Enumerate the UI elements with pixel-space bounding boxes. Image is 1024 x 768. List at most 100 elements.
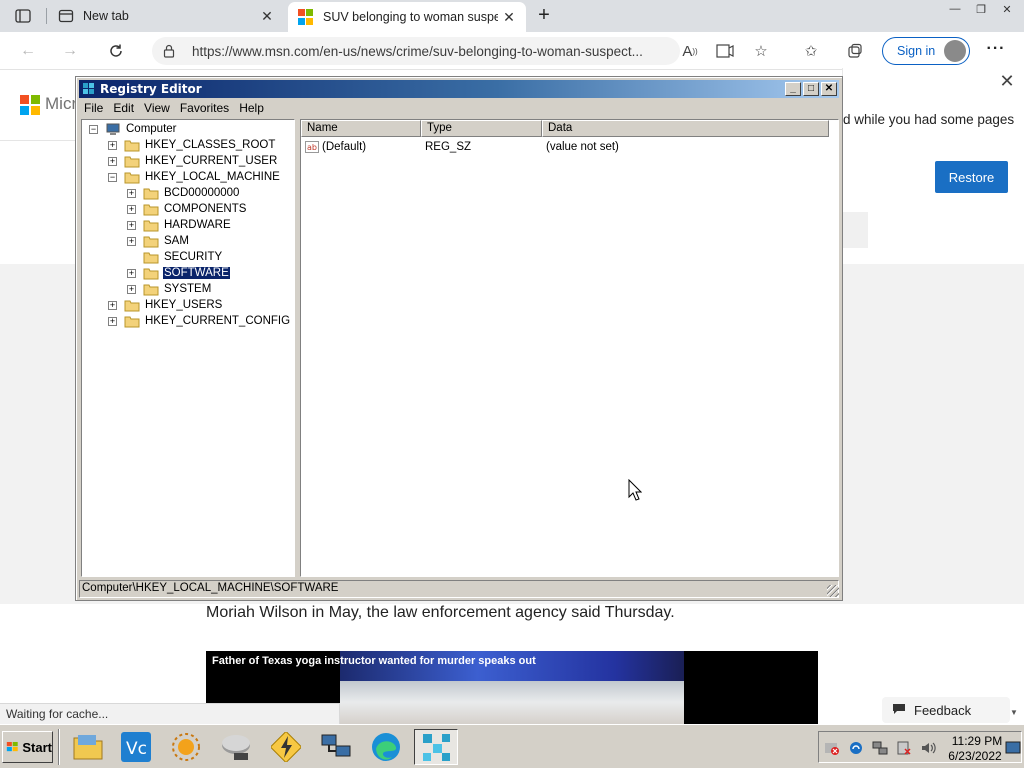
disconnected-tray-icon[interactable] bbox=[896, 740, 912, 756]
url-text: https://www.msn.com/en-us/news/crime/suv… bbox=[192, 43, 643, 59]
close-tab-icon[interactable]: ✕ bbox=[256, 5, 278, 27]
registry-values-pane[interactable]: Name Type Data ab (Default) REG_SZ (valu… bbox=[300, 119, 839, 577]
expand-icon[interactable]: + bbox=[108, 300, 117, 310]
tree-node-hkey-classes-root[interactable]: + HKEY_CLASSES_ROOT bbox=[108, 137, 276, 153]
sun-app-icon[interactable] bbox=[164, 729, 208, 765]
value-name: (Default) bbox=[322, 140, 367, 153]
scroll-down-icon[interactable]: ▼ bbox=[1010, 708, 1018, 717]
tab-actions-icon[interactable] bbox=[8, 6, 38, 26]
lightning-app-icon[interactable] bbox=[264, 729, 308, 765]
expand-icon[interactable]: + bbox=[127, 220, 136, 230]
sign-in-button[interactable]: Sign in bbox=[882, 37, 970, 65]
value-row[interactable]: ab (Default) REG_SZ (value not set) bbox=[301, 138, 792, 155]
menu-help[interactable]: Help bbox=[234, 101, 269, 115]
minimize-icon[interactable]: — bbox=[944, 1, 966, 17]
address-toolbar: ← → https://www.msn.com/en-us/news/crime… bbox=[0, 32, 1024, 70]
tab-new-tab[interactable]: New tab ✕ bbox=[48, 0, 284, 32]
tree-node-hkey-current-user[interactable]: + HKEY_CURRENT_USER bbox=[108, 153, 278, 169]
close-icon[interactable]: ✕ bbox=[821, 82, 837, 96]
collections-icon[interactable] bbox=[844, 41, 866, 61]
folder-icon bbox=[143, 268, 159, 279]
expand-icon[interactable]: + bbox=[127, 204, 136, 214]
tree-node-software[interactable]: + SOFTWARE bbox=[127, 265, 231, 281]
feedback-label: Feedback bbox=[914, 702, 972, 718]
regedit-icon[interactable] bbox=[414, 729, 458, 765]
tree-node-system[interactable]: + SYSTEM bbox=[127, 281, 212, 297]
minimize-icon[interactable]: _ bbox=[785, 82, 801, 96]
expand-icon[interactable]: + bbox=[127, 284, 136, 294]
restore-button[interactable]: Restore bbox=[935, 161, 1008, 193]
network-tray-icon[interactable] bbox=[872, 740, 888, 756]
microsoft-wordmark[interactable]: Micr bbox=[45, 94, 77, 114]
menu-edit[interactable]: Edit bbox=[108, 101, 139, 115]
tree-node-bcd[interactable]: + BCD00000000 bbox=[127, 185, 240, 201]
tree-node-hkey-current-config[interactable]: + HKEY_CURRENT_CONFIG bbox=[108, 313, 291, 329]
tree-label: Computer bbox=[126, 123, 177, 135]
clock-time[interactable]: 11:29 PM bbox=[949, 734, 1005, 748]
column-type[interactable]: Type bbox=[421, 120, 542, 137]
start-button[interactable]: Start bbox=[2, 731, 53, 763]
tree-node-sam[interactable]: + SAM bbox=[127, 233, 190, 249]
expand-icon[interactable]: + bbox=[108, 140, 117, 150]
url-field[interactable]: https://www.msn.com/en-us/news/crime/suv… bbox=[152, 37, 680, 65]
clock-date[interactable]: 6/23/2022 bbox=[943, 749, 1007, 763]
page-grey-strip bbox=[842, 212, 868, 248]
close-tab-icon[interactable]: ✕ bbox=[498, 6, 520, 28]
expand-icon[interactable]: + bbox=[108, 316, 117, 326]
sign-in-label: Sign in bbox=[897, 44, 936, 58]
restore-window-icon[interactable]: ❐ bbox=[970, 1, 992, 17]
collapse-icon[interactable]: − bbox=[108, 172, 117, 182]
tree-node-hardware[interactable]: + HARDWARE bbox=[127, 217, 232, 233]
maximize-icon[interactable]: □ bbox=[803, 82, 819, 96]
refresh-icon[interactable] bbox=[104, 40, 128, 62]
folder-icon bbox=[143, 204, 159, 215]
tree-node-hkey-local-machine[interactable]: − HKEY_LOCAL_MACHINE bbox=[108, 169, 281, 185]
collapse-icon[interactable]: − bbox=[89, 124, 98, 134]
column-data[interactable]: Data bbox=[542, 120, 829, 137]
security-alert-icon[interactable] bbox=[824, 740, 840, 756]
file-explorer-icon[interactable] bbox=[66, 729, 110, 765]
registry-tree-pane[interactable]: − Computer + HKEY_CLASSES_ROOT + HKEY_CU… bbox=[81, 119, 295, 577]
tree-node-hkey-users[interactable]: + HKEY_USERS bbox=[108, 297, 223, 313]
menu-file[interactable]: File bbox=[79, 101, 108, 115]
edge-tray-icon[interactable] bbox=[848, 740, 864, 756]
more-menu-icon[interactable]: ··· bbox=[984, 40, 1008, 62]
expand-icon[interactable]: + bbox=[127, 268, 136, 278]
article-paragraph: Moriah Wilson in May, the law enforcemen… bbox=[206, 604, 675, 621]
tab-msn-article[interactable]: SUV belonging to woman suspec ✕ bbox=[288, 2, 526, 32]
favorites-icon[interactable]: ✩ bbox=[800, 41, 822, 61]
tree-node-components[interactable]: + COMPONENTS bbox=[127, 201, 247, 217]
expand-icon[interactable]: + bbox=[108, 156, 117, 166]
resize-grip-icon[interactable] bbox=[827, 585, 839, 597]
tree-node-computer[interactable]: − Computer bbox=[89, 121, 178, 137]
menu-favorites[interactable]: Favorites bbox=[175, 101, 234, 115]
column-name[interactable]: Name bbox=[301, 120, 421, 137]
disk-app-icon[interactable] bbox=[214, 729, 258, 765]
registry-titlebar[interactable]: Registry Editor _ □ ✕ bbox=[79, 80, 839, 98]
new-tab-plus-icon[interactable]: + bbox=[532, 4, 556, 28]
close-icon[interactable]: ✕ bbox=[998, 72, 1016, 90]
immersive-reader-icon[interactable] bbox=[714, 41, 736, 61]
vmware-icon[interactable]: Vc bbox=[114, 729, 158, 765]
tree-label: SYSTEM bbox=[164, 283, 212, 295]
taskbar-separator bbox=[58, 729, 60, 765]
menu-view[interactable]: View bbox=[139, 101, 175, 115]
microsoft-logo-icon[interactable] bbox=[20, 95, 40, 115]
expand-icon[interactable]: + bbox=[127, 236, 136, 246]
feedback-button[interactable]: Feedback bbox=[882, 697, 1010, 723]
edge-icon[interactable] bbox=[364, 729, 408, 765]
back-arrow-icon[interactable]: ← bbox=[16, 40, 40, 62]
show-desktop-icon[interactable] bbox=[1005, 740, 1021, 756]
expand-icon[interactable]: + bbox=[127, 188, 136, 198]
tree-node-security[interactable]: SECURITY bbox=[127, 249, 223, 265]
regedit-app-icon bbox=[83, 83, 94, 94]
forward-arrow-icon[interactable]: → bbox=[58, 40, 82, 62]
registry-status-bar: Computer\HKEY_LOCAL_MACHINE\SOFTWARE bbox=[79, 580, 839, 598]
registry-title: Registry Editor bbox=[100, 82, 202, 96]
add-favorite-icon[interactable]: ☆ bbox=[750, 41, 772, 61]
volume-icon[interactable] bbox=[920, 740, 936, 756]
network-app-icon[interactable] bbox=[314, 729, 358, 765]
read-aloud-icon[interactable]: A)) bbox=[679, 41, 701, 61]
close-window-icon[interactable]: ✕ bbox=[996, 1, 1018, 17]
folder-icon bbox=[124, 156, 140, 167]
